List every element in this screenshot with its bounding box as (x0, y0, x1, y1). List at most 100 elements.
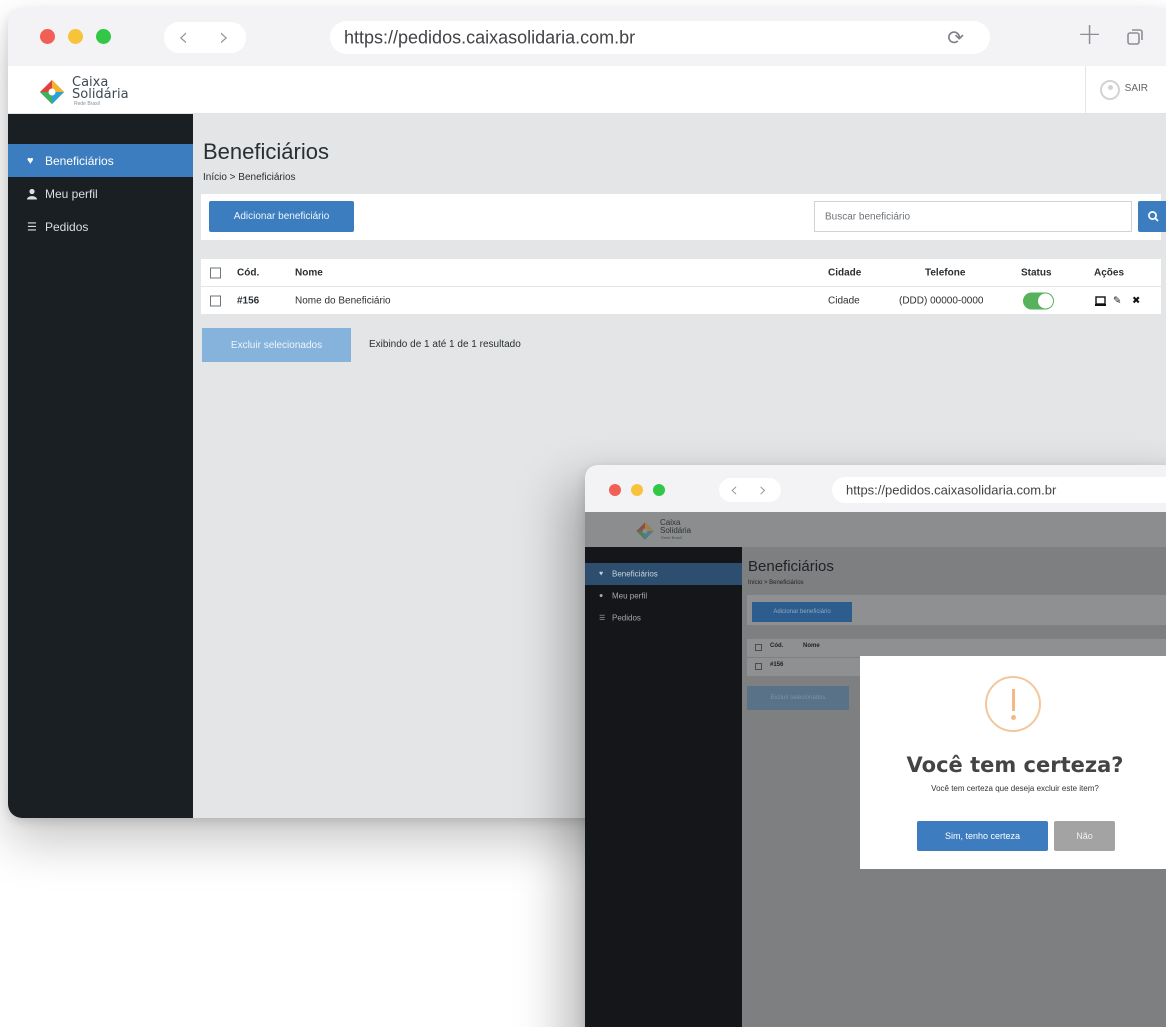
header-phone[interactable]: Telefone (925, 267, 965, 278)
header-code: Cód. (770, 643, 784, 649)
app-header: Caixa Solidária Rede Brasil SAIR (8, 66, 1166, 114)
delete-icon[interactable]: ✖ (1132, 295, 1140, 306)
logo-text-line3: Rede Brasil (74, 101, 100, 107)
history-nav: ‹ › (164, 22, 246, 53)
tabs-icon[interactable] (1125, 27, 1145, 47)
row-checkbox[interactable] (210, 295, 221, 306)
add-beneficiary-button[interactable]: Adicionar beneficiário (209, 201, 354, 232)
user-icon (27, 188, 37, 199)
table-row: #156 Nome do Beneficiário Cidade (DDD) 0… (201, 287, 1161, 315)
logo-mark-icon (40, 80, 64, 104)
header-status[interactable]: Status (1021, 267, 1052, 278)
page-title: Beneficiários (203, 139, 329, 164)
sidebar-item-label: Meu perfil (45, 186, 98, 201)
history-nav: ‹ › (719, 478, 781, 502)
minimize-window-button[interactable] (631, 484, 643, 496)
logo-mark-icon (636, 522, 654, 540)
sidebar-item-beneficiarios[interactable]: ♥ Beneficiários (8, 144, 193, 177)
search-placeholder: Buscar beneficiário (825, 211, 911, 222)
header-name[interactable]: Nome (295, 267, 323, 278)
results-count: Exibindo de 1 até 1 de 1 resultado (369, 339, 521, 350)
app-header: Caixa Solidária Rede Brasil (585, 512, 1166, 547)
search-icon (1148, 211, 1159, 222)
browser-window-overlay: ‹ › https://pedidos.caixasolidaria.com.b… (585, 465, 1166, 1027)
logout-button[interactable]: SAIR (1125, 83, 1148, 94)
header-code[interactable]: Cód. (237, 267, 259, 278)
row-phone: (DDD) 00000-0000 (899, 295, 984, 306)
sidebar-item-label: Meu perfil (612, 591, 648, 601)
logo-text-line2: Solidária (72, 87, 129, 102)
browser-chrome: ‹ › https://pedidos.caixasolidaria.com.b… (8, 8, 1166, 66)
close-window-button[interactable] (40, 29, 55, 44)
sidebar-item-label: Beneficiários (45, 153, 114, 168)
list-icon: ☰ (27, 221, 37, 233)
breadcrumb: Início > Beneficiários (748, 580, 804, 586)
dialog-message: Você tem certeza que deseja excluir este… (931, 784, 1099, 793)
confirm-button[interactable]: Sim, tenho certeza (917, 821, 1048, 851)
cancel-button[interactable]: Não (1054, 821, 1115, 851)
row-code: #156 (237, 295, 260, 306)
browser-chrome: ‹ › https://pedidos.caixasolidaria.com.b… (585, 465, 1166, 512)
close-window-button[interactable] (609, 484, 621, 496)
reload-icon[interactable]: ⟳ (947, 25, 964, 49)
edit-icon[interactable]: ✎ (1113, 295, 1121, 306)
user-icon: ● (599, 592, 604, 600)
page-title: Beneficiários (748, 558, 834, 575)
sidebar-item-meu-perfil[interactable]: ● Meu perfil (585, 585, 742, 607)
heart-icon: ♥ (599, 570, 604, 578)
row-code: #156 (770, 662, 784, 668)
list-icon: ☰ (599, 615, 606, 622)
url-text: https://pedidos.caixasolidaria.com.br (846, 482, 1057, 498)
row-name: Nome do Beneficiário (295, 295, 391, 306)
search-input[interactable]: Buscar beneficiário (814, 201, 1132, 232)
sidebar-item-beneficiarios[interactable]: ♥ Beneficiários (585, 563, 742, 585)
add-beneficiary-button[interactable]: Adicionar beneficiário (752, 602, 852, 622)
sidebar-item-label: Pedidos (45, 219, 89, 234)
beneficiaries-table: Cód. Nome Cidade Telefone Status Ações #… (201, 259, 1161, 315)
header-city[interactable]: Cidade (828, 267, 861, 278)
header-actions: Ações (1094, 267, 1125, 278)
logo-text-line2: Solidária (660, 526, 692, 535)
address-bar[interactable]: https://pedidos.caixasolidaria.com.br (832, 477, 1166, 503)
header-divider (1085, 66, 1086, 114)
heart-icon: ♥ (27, 154, 34, 167)
select-all-checkbox[interactable] (210, 267, 221, 278)
status-toggle[interactable] (1023, 292, 1054, 309)
toolbar: Adicionar beneficiário Buscar beneficiár… (201, 194, 1166, 240)
sidebar-item-meu-perfil[interactable]: Meu perfil (8, 177, 193, 210)
delete-selected-button[interactable]: Excluir selecionados (202, 328, 351, 362)
screenshot-stage: ‹ › https://pedidos.caixasolidaria.com.b… (0, 0, 1166, 1027)
breadcrumb[interactable]: Início > Beneficiários (203, 172, 296, 183)
maximize-window-button[interactable] (653, 484, 665, 496)
confirm-dialog: Você tem certeza? Você tem certeza que d… (860, 656, 1166, 869)
search-button[interactable] (1138, 201, 1166, 232)
table-header-row: Cód. Nome (747, 639, 1166, 657)
maximize-window-button[interactable] (96, 29, 111, 44)
minimize-window-button[interactable] (68, 29, 83, 44)
url-text: https://pedidos.caixasolidaria.com.br (344, 27, 636, 47)
chevron-right-icon[interactable]: › (219, 24, 229, 50)
row-checkbox[interactable] (755, 663, 762, 670)
sidebar: ♥ Beneficiários ● Meu perfil ☰ Pedidos (585, 547, 742, 1027)
dialog-title: Você tem certeza? (906, 753, 1124, 777)
view-icon[interactable] (1095, 295, 1106, 306)
plus-icon[interactable]: + (1077, 17, 1102, 52)
delete-selected-button[interactable]: Excluir selecionados (747, 686, 849, 710)
sidebar-item-pedidos[interactable]: ☰ Pedidos (585, 607, 742, 629)
chevron-left-icon[interactable]: ‹ (730, 480, 738, 500)
logo[interactable]: Caixa Solidária Rede Brasil (38, 74, 168, 108)
chevron-left-icon[interactable]: ‹ (178, 24, 188, 50)
sidebar-item-pedidos[interactable]: ☰ Pedidos (8, 210, 193, 243)
header-name: Nome (803, 643, 820, 649)
logo-text-line3: Rede Brasil (661, 535, 682, 540)
sidebar-item-label: Pedidos (612, 613, 641, 623)
row-city: Cidade (828, 295, 860, 306)
warning-icon (985, 676, 1041, 732)
sidebar: ♥ Beneficiários Meu perfil ☰ Pedidos (8, 114, 193, 818)
power-icon[interactable] (1100, 80, 1120, 100)
sidebar-item-label: Beneficiários (612, 569, 658, 579)
table-header-row: Cód. Nome Cidade Telefone Status Ações (201, 259, 1161, 287)
header-checkbox[interactable] (755, 644, 762, 651)
address-bar[interactable]: https://pedidos.caixasolidaria.com.br ⟳ (330, 21, 990, 54)
chevron-right-icon[interactable]: › (759, 480, 767, 500)
